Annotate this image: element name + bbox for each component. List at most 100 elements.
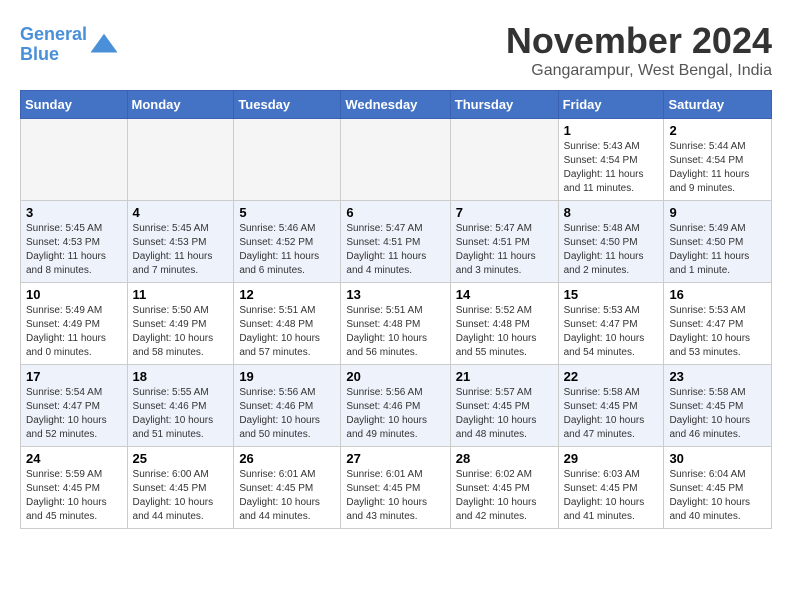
- day-number: 7: [456, 205, 553, 220]
- calendar-cell: [450, 119, 558, 201]
- day-info: Sunrise: 5:49 AM Sunset: 4:50 PM Dayligh…: [669, 222, 766, 278]
- day-info: Sunrise: 5:45 AM Sunset: 4:53 PM Dayligh…: [133, 222, 229, 278]
- calendar-cell: 1Sunrise: 5:43 AM Sunset: 4:54 PM Daylig…: [558, 119, 664, 201]
- day-number: 28: [456, 451, 553, 466]
- logo-blue: Blue: [20, 44, 59, 64]
- day-number: 17: [26, 369, 122, 384]
- calendar-cell: 23 Sunrise: 5:58 AM Sunset: 4:45 PM Dayli…: [664, 365, 772, 447]
- calendar-cell: 21Sunrise: 5:57 AM Sunset: 4:45 PM Dayli…: [450, 365, 558, 447]
- weekday-header-saturday: Saturday: [664, 91, 772, 119]
- day-info: Sunrise: 5:52 AM Sunset: 4:48 PM Dayligh…: [456, 304, 553, 360]
- calendar-cell: 15 Sunrise: 5:53 AM Sunset: 4:47 PM Dayli…: [558, 283, 664, 365]
- calendar-cell: 12 Sunrise: 5:51 AM Sunset: 4:48 PM Dayli…: [234, 283, 341, 365]
- header: General Blue November 2024 Gangarampur, …: [20, 20, 772, 80]
- calendar-week-3: 10 Sunrise: 5:49 AM Sunset: 4:49 PM Dayli…: [21, 283, 772, 365]
- logo: General Blue: [20, 25, 119, 65]
- day-number: 24: [26, 451, 122, 466]
- day-number: 22: [564, 369, 659, 384]
- day-number: 8: [564, 205, 659, 220]
- day-info: Sunrise: 5:51 AM Sunset: 4:48 PM Dayligh…: [346, 304, 444, 360]
- day-info: Sunrise: 5:58 AM Sunset: 4:45 PM Dayligh…: [564, 386, 659, 442]
- logo-general: General: [20, 24, 87, 44]
- day-info: Sunrise: 5:48 AM Sunset: 4:50 PM Dayligh…: [564, 222, 659, 278]
- day-number: 13: [346, 287, 444, 302]
- day-info: Sunrise: 5:51 AM Sunset: 4:48 PM Dayligh…: [239, 304, 335, 360]
- day-number: 2: [669, 123, 766, 138]
- calendar-cell: [127, 119, 234, 201]
- day-number: 23: [669, 369, 766, 384]
- calendar-week-1: 1Sunrise: 5:43 AM Sunset: 4:54 PM Daylig…: [21, 119, 772, 201]
- calendar-cell: 2 Sunrise: 5:44 AM Sunset: 4:54 PM Daylig…: [664, 119, 772, 201]
- calendar-cell: 24 Sunrise: 5:59 AM Sunset: 4:45 PM Dayli…: [21, 447, 128, 529]
- day-number: 30: [669, 451, 766, 466]
- day-info: Sunrise: 5:50 AM Sunset: 4:49 PM Dayligh…: [133, 304, 229, 360]
- calendar-cell: 14Sunrise: 5:52 AM Sunset: 4:48 PM Dayli…: [450, 283, 558, 365]
- day-info: Sunrise: 6:00 AM Sunset: 4:45 PM Dayligh…: [133, 468, 229, 524]
- calendar-cell: 16 Sunrise: 5:53 AM Sunset: 4:47 PM Dayli…: [664, 283, 772, 365]
- day-info: Sunrise: 5:54 AM Sunset: 4:47 PM Dayligh…: [26, 386, 122, 442]
- day-info: Sunrise: 5:58 AM Sunset: 4:45 PM Dayligh…: [669, 386, 766, 442]
- calendar-cell: 10 Sunrise: 5:49 AM Sunset: 4:49 PM Dayli…: [21, 283, 128, 365]
- day-number: 18: [133, 369, 229, 384]
- weekday-header-sunday: Sunday: [21, 91, 128, 119]
- day-info: Sunrise: 5:47 AM Sunset: 4:51 PM Dayligh…: [456, 222, 553, 278]
- calendar-cell: [341, 119, 450, 201]
- day-number: 3: [26, 205, 122, 220]
- day-info: Sunrise: 5:47 AM Sunset: 4:51 PM Dayligh…: [346, 222, 444, 278]
- calendar-cell: [21, 119, 128, 201]
- day-number: 10: [26, 287, 122, 302]
- day-info: Sunrise: 5:53 AM Sunset: 4:47 PM Dayligh…: [564, 304, 659, 360]
- day-info: Sunrise: 5:56 AM Sunset: 4:46 PM Dayligh…: [239, 386, 335, 442]
- weekday-header-row: SundayMondayTuesdayWednesdayThursdayFrid…: [21, 91, 772, 119]
- day-number: 19: [239, 369, 335, 384]
- day-info: Sunrise: 5:59 AM Sunset: 4:45 PM Dayligh…: [26, 468, 122, 524]
- title-area: November 2024 Gangarampur, West Bengal, …: [506, 20, 772, 80]
- day-number: 26: [239, 451, 335, 466]
- day-info: Sunrise: 5:46 AM Sunset: 4:52 PM Dayligh…: [239, 222, 335, 278]
- calendar-subtitle: Gangarampur, West Bengal, India: [506, 62, 772, 80]
- day-number: 1: [564, 123, 659, 138]
- day-info: Sunrise: 5:57 AM Sunset: 4:45 PM Dayligh…: [456, 386, 553, 442]
- calendar-cell: 25 Sunrise: 6:00 AM Sunset: 4:45 PM Dayli…: [127, 447, 234, 529]
- day-number: 15: [564, 287, 659, 302]
- calendar-cell: [234, 119, 341, 201]
- day-number: 9: [669, 205, 766, 220]
- day-info: Sunrise: 5:49 AM Sunset: 4:49 PM Dayligh…: [26, 304, 122, 360]
- day-number: 6: [346, 205, 444, 220]
- calendar-cell: 13 Sunrise: 5:51 AM Sunset: 4:48 PM Dayli…: [341, 283, 450, 365]
- day-info: Sunrise: 6:03 AM Sunset: 4:45 PM Dayligh…: [564, 468, 659, 524]
- calendar-cell: 26Sunrise: 6:01 AM Sunset: 4:45 PM Dayli…: [234, 447, 341, 529]
- day-number: 11: [133, 287, 229, 302]
- day-number: 25: [133, 451, 229, 466]
- calendar-cell: 18 Sunrise: 5:55 AM Sunset: 4:46 PM Dayli…: [127, 365, 234, 447]
- calendar-cell: 28 Sunrise: 6:02 AM Sunset: 4:45 PM Dayli…: [450, 447, 558, 529]
- weekday-header-friday: Friday: [558, 91, 664, 119]
- day-info: Sunrise: 6:02 AM Sunset: 4:45 PM Dayligh…: [456, 468, 553, 524]
- day-number: 12: [239, 287, 335, 302]
- day-number: 27: [346, 451, 444, 466]
- logo-icon: [89, 30, 119, 60]
- calendar-cell: 27 Sunrise: 6:01 AM Sunset: 4:45 PM Dayli…: [341, 447, 450, 529]
- day-number: 4: [133, 205, 229, 220]
- day-number: 16: [669, 287, 766, 302]
- calendar-cell: 11 Sunrise: 5:50 AM Sunset: 4:49 PM Dayli…: [127, 283, 234, 365]
- day-info: Sunrise: 6:01 AM Sunset: 4:45 PM Dayligh…: [346, 468, 444, 524]
- calendar-week-5: 24 Sunrise: 5:59 AM Sunset: 4:45 PM Dayli…: [21, 447, 772, 529]
- calendar-table: SundayMondayTuesdayWednesdayThursdayFrid…: [20, 90, 772, 529]
- day-info: Sunrise: 5:53 AM Sunset: 4:47 PM Dayligh…: [669, 304, 766, 360]
- calendar-cell: 22 Sunrise: 5:58 AM Sunset: 4:45 PM Dayli…: [558, 365, 664, 447]
- day-number: 20: [346, 369, 444, 384]
- weekday-header-thursday: Thursday: [450, 91, 558, 119]
- calendar-cell: 8 Sunrise: 5:48 AM Sunset: 4:50 PM Daylig…: [558, 201, 664, 283]
- calendar-cell: 6 Sunrise: 5:47 AM Sunset: 4:51 PM Daylig…: [341, 201, 450, 283]
- day-info: Sunrise: 6:04 AM Sunset: 4:45 PM Dayligh…: [669, 468, 766, 524]
- day-info: Sunrise: 5:55 AM Sunset: 4:46 PM Dayligh…: [133, 386, 229, 442]
- calendar-title: November 2024: [506, 20, 772, 62]
- weekday-header-monday: Monday: [127, 91, 234, 119]
- calendar-cell: 30 Sunrise: 6:04 AM Sunset: 4:45 PM Dayli…: [664, 447, 772, 529]
- day-info: Sunrise: 5:44 AM Sunset: 4:54 PM Dayligh…: [669, 140, 766, 196]
- day-info: Sunrise: 5:45 AM Sunset: 4:53 PM Dayligh…: [26, 222, 122, 278]
- calendar-cell: 29Sunrise: 6:03 AM Sunset: 4:45 PM Dayli…: [558, 447, 664, 529]
- calendar-cell: 19 Sunrise: 5:56 AM Sunset: 4:46 PM Dayli…: [234, 365, 341, 447]
- calendar-cell: 7 Sunrise: 5:47 AM Sunset: 4:51 PM Daylig…: [450, 201, 558, 283]
